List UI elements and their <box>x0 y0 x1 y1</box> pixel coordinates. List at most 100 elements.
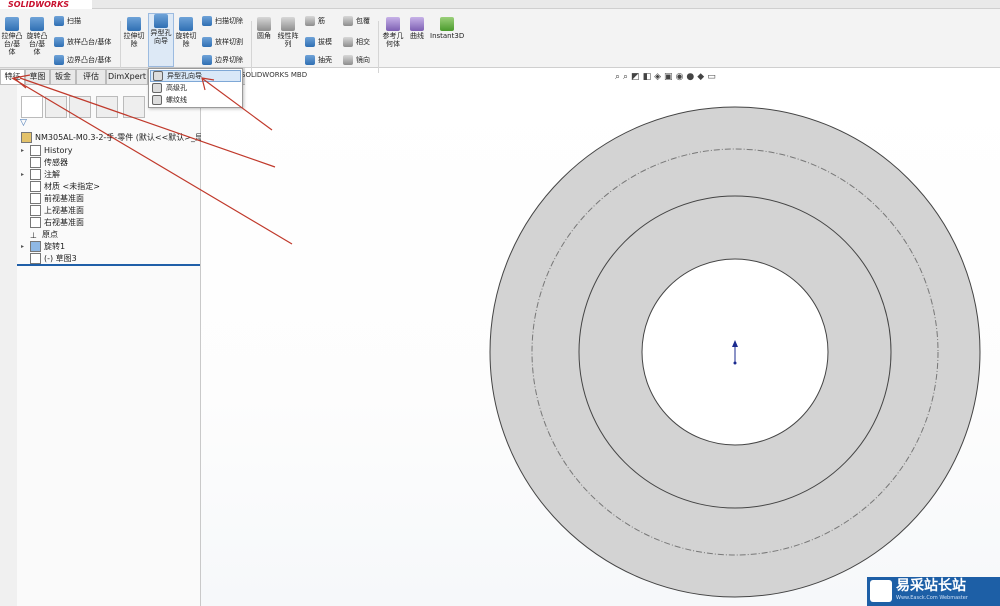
lofted-cut-button[interactable]: 放样切割 <box>202 37 243 47</box>
expand-icon[interactable]: ▸ <box>21 171 24 178</box>
plane-icon <box>30 193 41 204</box>
revolve-cut-button[interactable]: 旋转切除 <box>175 17 197 48</box>
extrude-cut-label: 拉伸切除 <box>123 32 145 48</box>
thread-icon <box>152 95 162 105</box>
display-manager-tab[interactable] <box>123 96 145 118</box>
history-icon <box>30 145 41 156</box>
loft-boss-button[interactable]: 放样凸台/基体 <box>54 37 111 47</box>
sweep-icon <box>54 16 64 26</box>
swept-cut-button[interactable]: 扫描切除 <box>202 16 243 26</box>
shell-icon <box>305 55 315 65</box>
loft-label: 放样凸台/基体 <box>67 38 112 46</box>
shell-label: 抽壳 <box>318 56 332 64</box>
plane-icon <box>30 217 41 228</box>
dimxpert-manager-tab[interactable] <box>96 96 118 118</box>
boundary-boss-icon <box>54 55 64 65</box>
hole-wizard-icon <box>153 71 163 81</box>
revolve-cut-label: 旋转切除 <box>175 32 197 48</box>
curves-button[interactable]: 曲线 <box>407 17 427 40</box>
hide-show-icon[interactable]: ◉ <box>676 72 687 82</box>
property-manager-tab[interactable] <box>45 96 67 118</box>
menu-item-hole-wizard[interactable]: 异型孔向导 <box>150 70 241 82</box>
curves-label: 曲线 <box>410 32 424 40</box>
tree-item-right-plane[interactable]: 右视基准面 <box>30 217 84 229</box>
fillet-icon <box>257 17 271 31</box>
tree-item-history[interactable]: History <box>30 145 72 157</box>
intersect-icon <box>343 37 353 47</box>
tab-sheet-metal[interactable]: 钣金 <box>50 69 76 84</box>
shell-button[interactable]: 抽壳 <box>305 55 332 65</box>
annotation-icon <box>30 169 41 180</box>
swept-cut-label: 扫描切除 <box>215 17 243 25</box>
appearance-icon[interactable]: ● <box>686 72 697 82</box>
tree-root-part[interactable]: NM305AL-M0.3-2-手-零件 (默认<<默认>_显示状 <box>21 132 219 144</box>
revolve-feature-icon <box>30 241 41 252</box>
revolve-boss-button[interactable]: 旋转凸台/基体 <box>26 17 48 56</box>
scene-icon[interactable]: ◆ <box>697 72 707 82</box>
extrude-cut-button[interactable]: 拉伸切除 <box>122 17 146 48</box>
configuration-manager-tab[interactable] <box>69 96 91 118</box>
hole-wizard-button[interactable]: 异型孔向导 <box>148 13 174 67</box>
boundary-boss-button[interactable]: 边界凸台/基体 <box>54 55 111 65</box>
hole-wizard-icon <box>154 14 168 28</box>
menu-item-label: 高级孔 <box>166 84 187 92</box>
tree-item-origin[interactable]: ⊥ 原点 <box>30 229 58 241</box>
hole-wizard-label: 异型孔向导 <box>150 29 172 45</box>
tab-dimxpert[interactable]: DimXpert <box>106 69 148 84</box>
tree-item-label: History <box>44 146 73 155</box>
hole-wizard-dropdown: 异型孔向导 高级孔 螺纹线 <box>148 68 243 108</box>
zoom-area-icon[interactable]: ⌕ <box>623 72 631 82</box>
tree-item-sensors[interactable]: 传感器 <box>30 157 68 169</box>
mirror-button[interactable]: 镜向 <box>343 55 370 65</box>
tree-item-label: 右视基准面 <box>44 218 84 227</box>
draft-button[interactable]: 拔模 <box>305 37 332 47</box>
tree-item-label: 上视基准面 <box>44 206 84 215</box>
zoom-fit-icon[interactable]: ⌕ <box>615 72 623 82</box>
expand-icon[interactable]: ▸ <box>21 147 24 154</box>
linear-pattern-button[interactable]: 线性阵列 <box>277 17 299 48</box>
previous-view-icon[interactable]: ◩ <box>631 72 643 82</box>
section-view-icon[interactable]: ◧ <box>643 72 655 82</box>
sensor-icon <box>30 157 41 168</box>
sweep-button[interactable]: 扫描 <box>54 16 81 26</box>
boundary-cut-button[interactable]: 边界切除 <box>202 55 243 65</box>
rib-button[interactable]: 筋 <box>305 16 325 26</box>
rollback-bar[interactable] <box>17 264 200 266</box>
expand-icon[interactable]: ▸ <box>21 243 24 250</box>
fillet-button[interactable]: 圆角 <box>254 17 274 40</box>
panel-tabs <box>17 96 150 118</box>
view-settings-icon[interactable]: ▭ <box>707 72 719 82</box>
tab-evaluate[interactable]: 评估 <box>76 69 106 84</box>
command-manager-ribbon: 拉伸凸台/基体 旋转凸台/基体 扫描 放样凸台/基体 边界凸台/基体 拉伸切除 … <box>0 9 1000 73</box>
model-svg <box>489 106 981 598</box>
instant3d-button[interactable]: Instant3D <box>430 17 464 40</box>
reference-geometry-button[interactable]: 参考几何体 <box>381 17 405 48</box>
menu-item-thread[interactable]: 螺纹线 <box>152 95 187 105</box>
tree-item-material[interactable]: 材质 <未指定> <box>30 181 100 193</box>
tree-item-front-plane[interactable]: 前视基准面 <box>30 193 84 205</box>
reference-geometry-icon <box>386 17 400 31</box>
tab-features[interactable]: 特征 <box>0 69 25 84</box>
menu-item-advanced-hole[interactable]: 高级孔 <box>152 83 187 93</box>
filter-icon[interactable]: ▽ <box>20 118 27 128</box>
tree-item-label: (-) 草图3 <box>44 254 77 263</box>
draft-label: 拔模 <box>318 38 332 46</box>
tree-item-label: 前视基准面 <box>44 194 84 203</box>
origin-icon: ⊥ <box>30 231 37 240</box>
display-style-icon[interactable]: ▣ <box>664 72 676 82</box>
feature-manager-tab[interactable] <box>21 96 43 118</box>
tree-item-top-plane[interactable]: 上视基准面 <box>30 205 84 217</box>
revolve-boss-label: 旋转凸台/基体 <box>26 32 48 56</box>
ribbon-separator <box>120 21 121 73</box>
tree-item-revolve1[interactable]: 旋转1 <box>30 241 65 253</box>
part-icon <box>21 132 32 143</box>
tab-solidworks-mbd[interactable]: SOLIDWORKS MBD <box>241 71 307 79</box>
intersect-button[interactable]: 相交 <box>343 37 370 47</box>
loft-icon <box>54 37 64 47</box>
ribbon-separator <box>378 21 379 73</box>
wrap-button[interactable]: 包覆 <box>343 16 370 26</box>
extrude-boss-button[interactable]: 拉伸凸台/基体 <box>1 17 23 56</box>
tree-item-annotations[interactable]: 注解 <box>30 169 60 181</box>
tab-sketch[interactable]: 草图 <box>25 69 50 84</box>
view-orientation-icon[interactable]: ◈ <box>654 72 664 82</box>
